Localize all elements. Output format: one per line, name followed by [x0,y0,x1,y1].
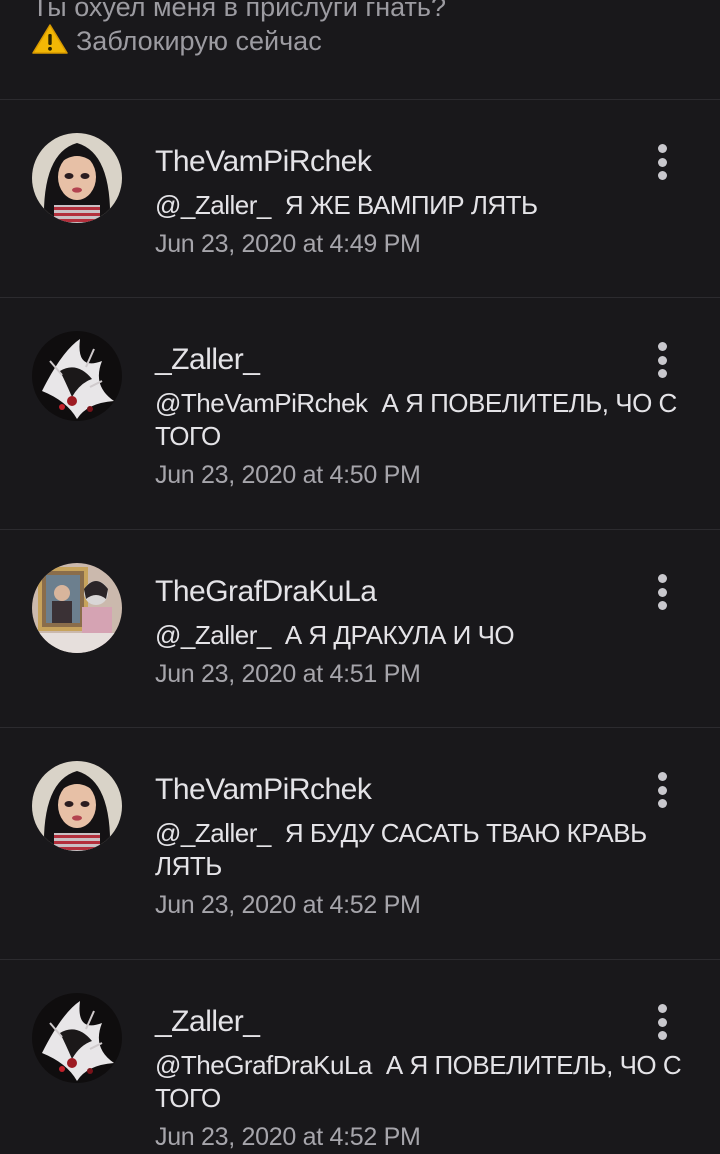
more-options-icon [657,1004,667,1013]
comment-content: TheVamPiRchek @_Zaller_ Я ЖЕ ВАМПИР ЛЯТЬ … [155,144,695,260]
avatar[interactable] [32,761,122,851]
more-options-dot [657,601,667,610]
more-options-dot [657,799,667,808]
more-options-button[interactable] [648,572,676,612]
more-options-dot [657,157,667,167]
comment-timestamp: Jun 23, 2020 at 4:50 PM [155,461,421,489]
previous-message-line-2: Заблокирую сейчас [32,24,692,58]
photo-avatar-icon [32,563,122,653]
comment-mention[interactable]: @TheGrafDraKuLa [155,1050,372,1080]
more-options-dot [657,369,667,378]
comment-username[interactable]: TheGrafDraKuLa [155,574,695,610]
warning-icon [32,24,68,54]
avatar[interactable] [32,993,122,1083]
divider [0,297,720,298]
more-options-icon [657,144,667,153]
comment-content: _Zaller_ @TheVamPiRchek А Я ПОВЕЛИТЕЛЬ, Ч… [155,342,695,491]
more-options-icon [657,772,667,781]
comment-timestamp: Jun 23, 2020 at 4:51 PM [155,660,421,688]
doll-avatar-icon [32,133,122,223]
more-options-dot [657,1017,667,1027]
comment-content: _Zaller_ @TheGrafDraKuLa А Я ПОВЕЛИТЕЛЬ, … [155,1004,695,1153]
comment-body: @_Zaller_ Я БУДУ САСАТЬ ТВАЮ КРАВЬ ЛЯТЬ [155,817,695,883]
more-options-dot [657,355,667,365]
more-options-dot [657,171,667,180]
divider [0,99,720,100]
previous-message: Ты охуел меня в прислуги гнать? Заблокир… [32,0,692,58]
more-options-dot [657,587,667,597]
comment-mention[interactable]: @TheVamPiRchek [155,388,368,418]
more-options-dot [657,1031,667,1040]
comment-timestamp: Jun 23, 2020 at 4:52 PM [155,1123,421,1151]
previous-message-line-1: Ты охуел меня в прислуги гнать? [32,0,446,22]
comment-username[interactable]: TheVamPiRchek [155,772,695,808]
divider [0,959,720,960]
comment-body: @_Zaller_ А Я ДРАКУЛА И ЧО [155,619,695,652]
comment-body: @TheGrafDraKuLa А Я ПОВЕЛИТЕЛЬ, ЧО С ТОГО [155,1049,695,1115]
avatar[interactable] [32,331,122,421]
previous-message-line-2-text: Заблокирую сейчас [76,26,322,56]
divider [0,529,720,530]
avatar[interactable] [32,563,122,653]
comment-content: TheGrafDraKuLa @_Zaller_ А Я ДРАКУЛА И ЧО… [155,574,695,690]
more-options-icon [657,342,667,351]
more-options-button[interactable] [648,142,676,182]
more-options-button[interactable] [648,770,676,810]
divider [0,727,720,728]
comment-mention[interactable]: @_Zaller_ [155,190,271,220]
doll-avatar-icon [32,761,122,851]
comment-timestamp: Jun 23, 2020 at 4:52 PM [155,891,421,919]
comment-username[interactable]: _Zaller_ [155,342,695,378]
comment-username[interactable]: TheVamPiRchek [155,144,695,180]
avatar[interactable] [32,133,122,223]
comment-body: @_Zaller_ Я ЖЕ ВАМПИР ЛЯТЬ [155,189,695,222]
comment-mention[interactable]: @_Zaller_ [155,818,271,848]
more-options-button[interactable] [648,1002,676,1042]
comments-screen: Ты охуел меня в прислуги гнать? Заблокир… [0,0,720,1154]
comment-body: @TheVamPiRchek А Я ПОВЕЛИТЕЛЬ, ЧО С ТОГО [155,387,695,453]
comment-mention[interactable]: @_Zaller_ [155,620,271,650]
comment-text: Я ЖЕ ВАМПИР ЛЯТЬ [284,190,538,220]
comment-username[interactable]: _Zaller_ [155,1004,695,1040]
comment-timestamp: Jun 23, 2020 at 4:49 PM [155,230,421,258]
dark-art-avatar-icon [32,331,122,421]
comment-content: TheVamPiRchek @_Zaller_ Я БУДУ САСАТЬ ТВА… [155,772,695,921]
more-options-button[interactable] [648,340,676,380]
dark-art-avatar-icon [32,993,122,1083]
more-options-dot [657,785,667,795]
more-options-icon [657,574,667,583]
comment-text: А Я ДРАКУЛА И ЧО [284,620,515,650]
